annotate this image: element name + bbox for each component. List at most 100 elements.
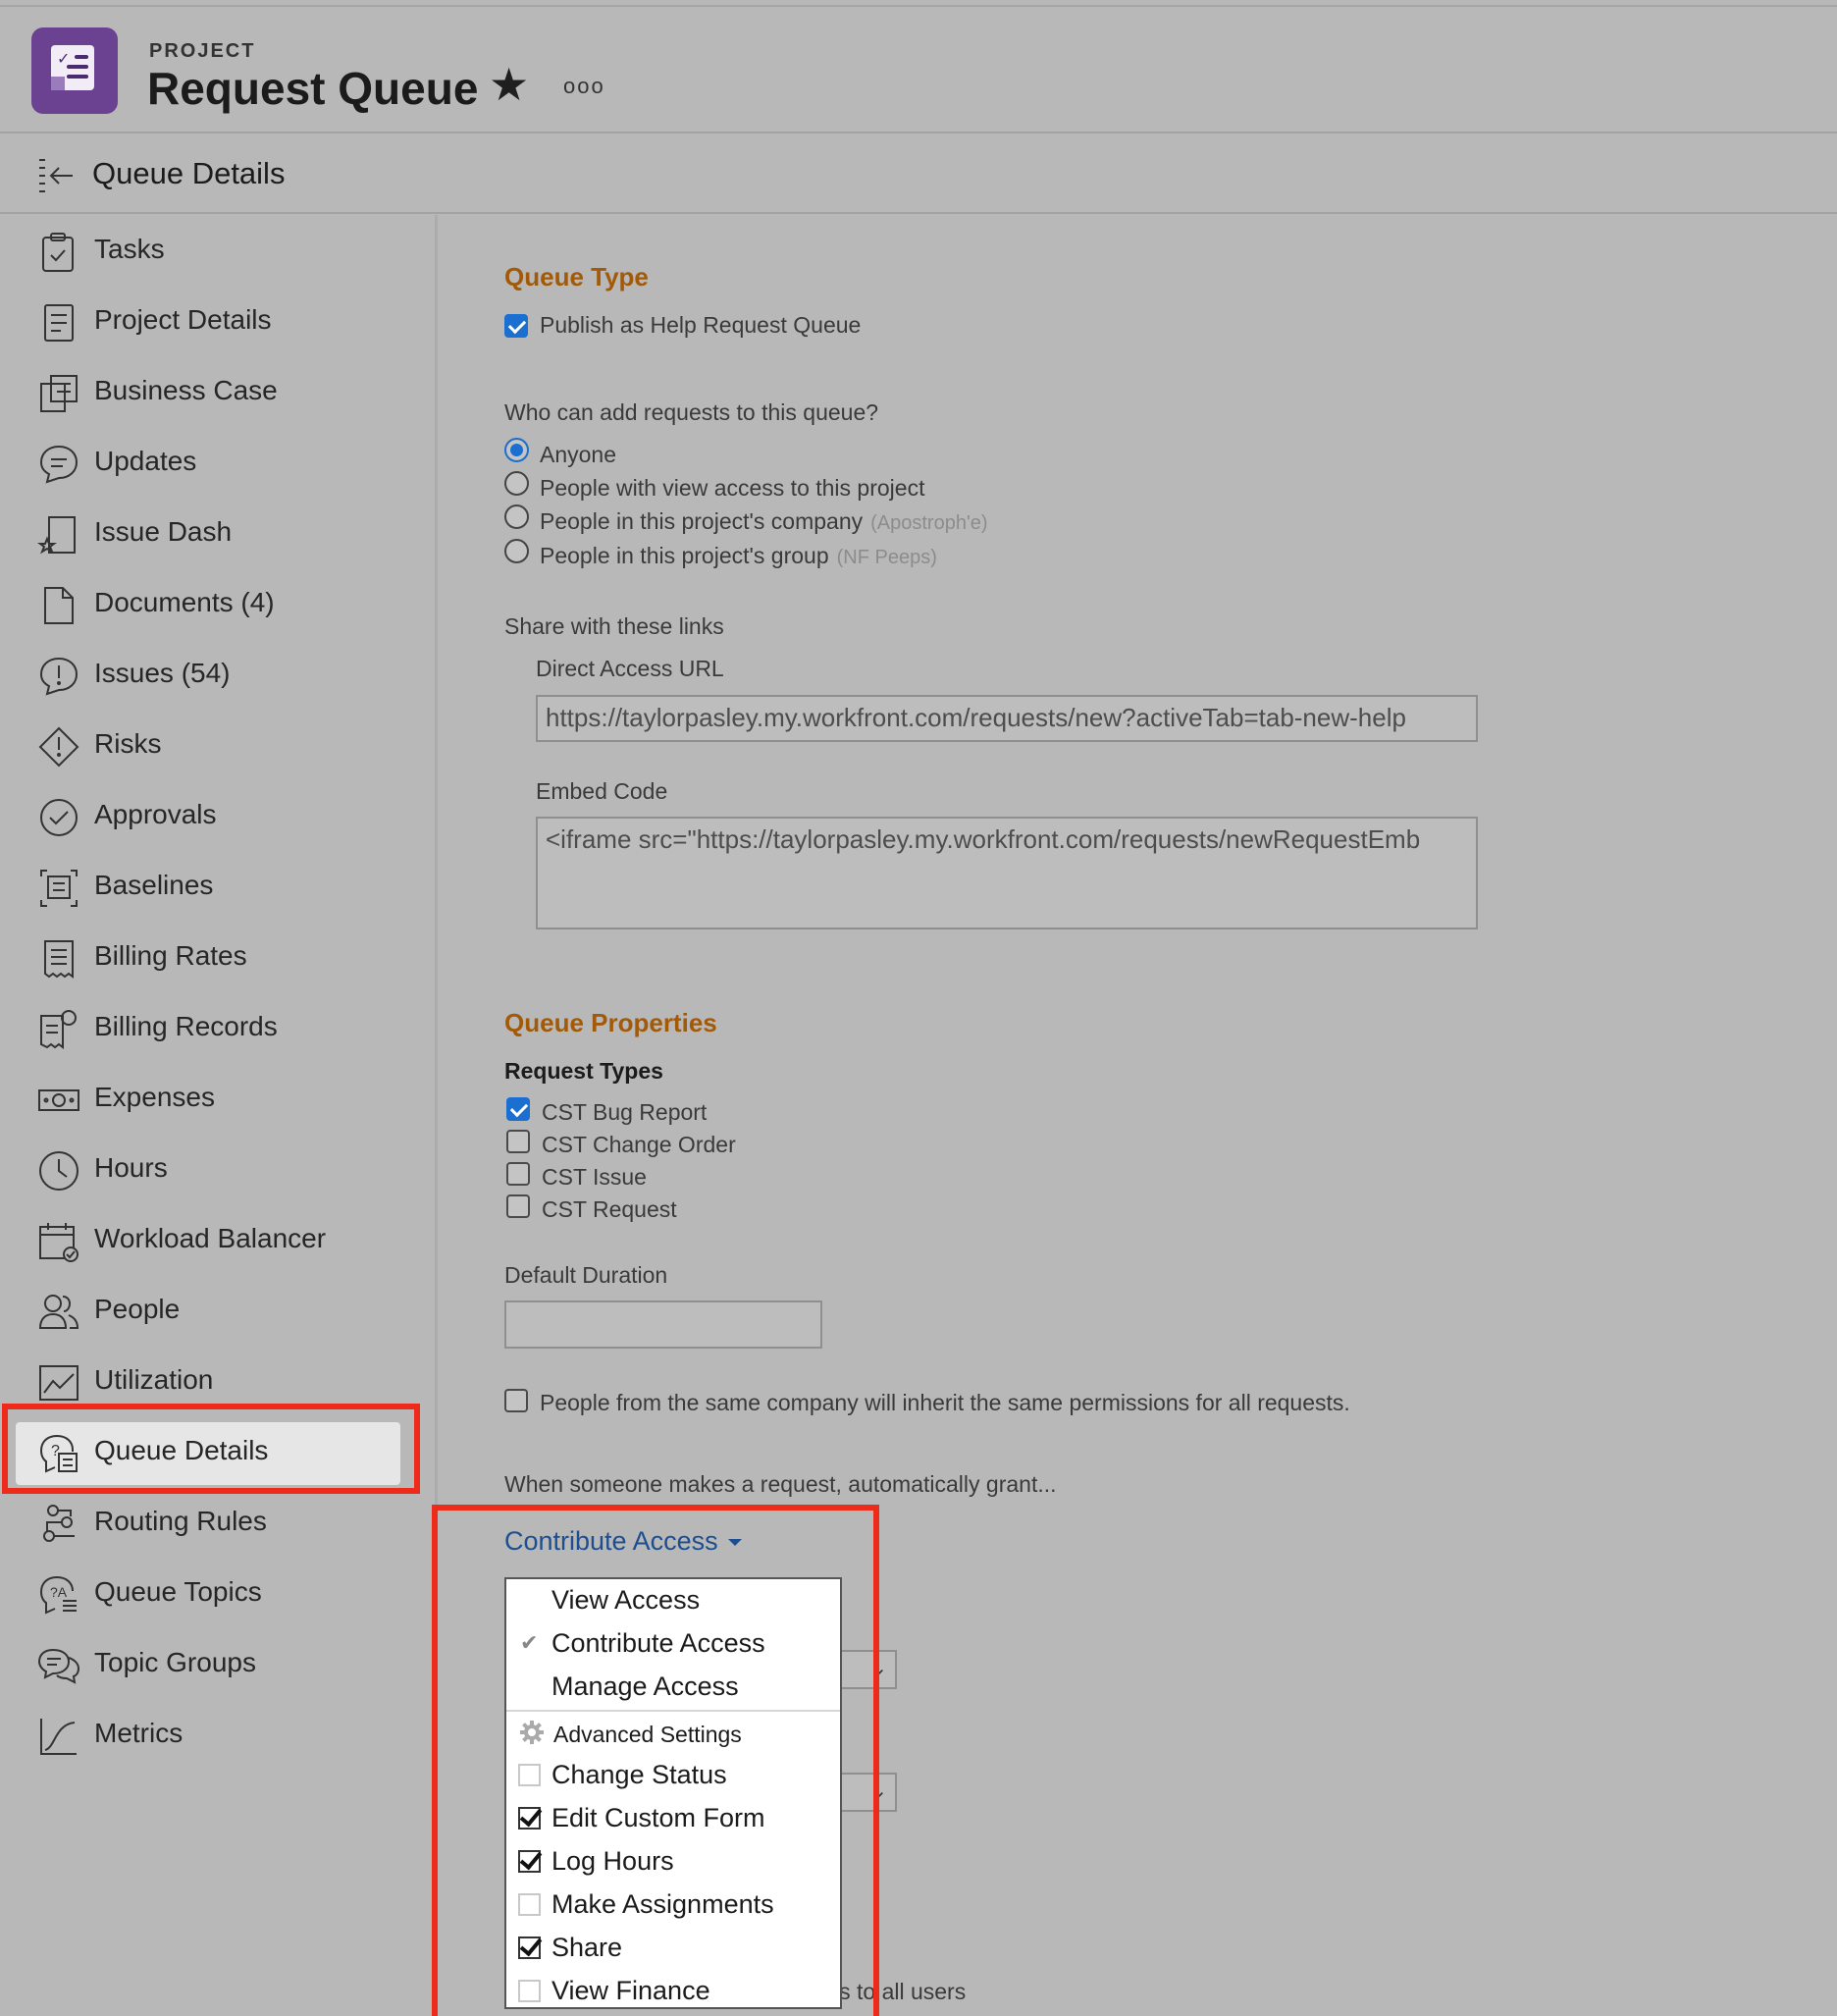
svg-text:?A: ?A [50, 1584, 68, 1600]
highlight-box-nav [2, 1404, 420, 1494]
grant-label: When someone makes a request, automatica… [504, 1471, 1057, 1497]
sidebar-item-label: Hours [94, 1152, 168, 1183]
request-type-checkbox[interactable] [506, 1194, 530, 1218]
request-type-checkbox[interactable] [506, 1130, 530, 1153]
sidebar-item-risks[interactable]: Risks [0, 710, 432, 780]
radio-anyone[interactable] [504, 438, 529, 462]
sidebar-item-label: Utilization [94, 1364, 214, 1395]
sidebar-item-issues[interactable]: Issues (54) [0, 639, 432, 710]
company-hint: (Apostroph'e) [870, 512, 988, 534]
star-icon[interactable]: ★ [489, 62, 529, 107]
tasks-icon [42, 233, 74, 272]
request-type-label: CST Issue [542, 1164, 647, 1190]
who-can-add-label: Who can add requests to this queue? [504, 399, 879, 425]
sidebar-item-queue-topics[interactable]: ?A Queue Topics [0, 1558, 432, 1628]
request-type-checkbox[interactable] [506, 1162, 530, 1186]
request-type-label: CST Request [542, 1196, 677, 1222]
default-duration-label: Default Duration [504, 1262, 668, 1288]
sidebar-item-label: Documents (4) [94, 587, 275, 617]
sidebar-item-billing-rates[interactable]: Billing Rates [0, 922, 432, 992]
radio-company[interactable] [504, 504, 529, 529]
sidebar-item-expenses[interactable]: Expenses [0, 1063, 432, 1134]
share-links-label: Share with these links [504, 613, 724, 639]
publish-checkbox[interactable] [504, 314, 528, 338]
workload-balancer-icon [39, 1223, 79, 1262]
sidebar-item-project-details[interactable]: Project Details [0, 286, 432, 356]
sidebar-item-label: Updates [94, 446, 197, 476]
project-header: ✓ PROJECT Request Queue ★ ooo [0, 7, 1837, 133]
sidebar-item-baselines[interactable]: Baselines [0, 851, 432, 922]
baselines-icon [40, 870, 78, 907]
sidebar-item-label: Baselines [94, 870, 214, 900]
section-title: Queue Details [92, 156, 286, 190]
top-edge [0, 0, 1837, 7]
request-type-checkbox[interactable] [506, 1097, 530, 1121]
sidebar-item-label: Expenses [94, 1082, 215, 1112]
people-icon [38, 1295, 79, 1329]
project-details-icon [44, 304, 74, 342]
sidebar-item-label: Topic Groups [94, 1647, 256, 1677]
metrics-icon [40, 1719, 77, 1755]
sidebar-item-label: Queue Topics [94, 1576, 262, 1607]
sidebar-item-people[interactable]: People [0, 1275, 432, 1346]
documents-icon [44, 587, 74, 624]
sidebar-item-documents[interactable]: Documents (4) [0, 568, 432, 639]
highlight-box-dropdown [432, 1505, 879, 2016]
queue-type-title: Queue Type [504, 262, 649, 292]
risks-icon [38, 726, 79, 768]
sidebar-item-label: Tasks [94, 234, 165, 264]
project-icon: ✓ [31, 27, 118, 114]
queue-properties-title: Queue Properties [504, 1008, 717, 1037]
direct-url-field[interactable]: https://taylorpasley.my.workfront.com/re… [536, 695, 1478, 742]
radio-label-company: People in this project's company (Apostro… [540, 508, 988, 534]
sidebar-item-issue-dash[interactable]: Issue Dash [0, 498, 432, 568]
sidebar: Tasks Project Details Business Case Upda… [0, 215, 438, 2016]
radio-view-access[interactable] [504, 471, 529, 496]
publish-label: Publish as Help Request Queue [540, 312, 862, 338]
sidebar-item-label: Risks [94, 728, 162, 759]
sidebar-item-billing-records[interactable]: Billing Records [0, 992, 432, 1063]
radio-label-group: People in this project's group (NF Peeps) [540, 543, 937, 568]
queue-topics-icon: ?A [39, 1576, 77, 1615]
project-kicker: PROJECT [149, 40, 256, 62]
sidebar-item-metrics[interactable]: Metrics [0, 1699, 432, 1770]
billing-records-icon [40, 1010, 77, 1049]
sidebar-item-label: Workload Balancer [94, 1223, 327, 1253]
sidebar-item-label: Routing Rules [94, 1506, 267, 1536]
issues-icon [39, 657, 79, 696]
sidebar-item-business-case[interactable]: Business Case [0, 356, 432, 427]
sidebar-item-approvals[interactable]: Approvals [0, 780, 432, 851]
sidebar-item-label: People [94, 1294, 181, 1324]
request-type-label: CST Bug Report [542, 1099, 708, 1125]
default-duration-input[interactable] [504, 1300, 822, 1349]
sidebar-item-topic-groups[interactable]: Topic Groups [0, 1628, 432, 1699]
sidebar-item-label: Business Case [94, 375, 278, 405]
sidebar-item-label: Billing Records [94, 1011, 278, 1041]
embed-code-field[interactable]: <iframe src="https://taylorpasley.my.wor… [536, 817, 1478, 929]
billing-rates-icon [44, 940, 74, 979]
sidebar-item-routing-rules[interactable]: Routing Rules [0, 1487, 432, 1558]
request-type-label: CST Change Order [542, 1132, 736, 1157]
group-hint: (NF Peeps) [836, 547, 937, 568]
topic-groups-icon [37, 1648, 80, 1684]
expenses-icon [38, 1089, 79, 1111]
section-header: Queue Details [0, 134, 1837, 214]
sidebar-item-updates[interactable]: Updates [0, 427, 432, 498]
radio-label-view-access: People with view access to this project [540, 475, 925, 501]
sidebar-item-workload-balancer[interactable]: Workload Balancer [0, 1204, 432, 1275]
radio-group[interactable] [504, 539, 529, 563]
sidebar-item-tasks[interactable]: Tasks [0, 215, 432, 286]
sidebar-item-label: Project Details [94, 304, 272, 335]
sidebar-item-label: Billing Rates [94, 940, 247, 971]
more-options-icon[interactable]: ooo [563, 74, 605, 99]
utilization-icon [39, 1365, 79, 1401]
sidebar-item-label: Approvals [94, 799, 217, 829]
issue-dash-icon [37, 516, 76, 555]
radio-label-anyone: Anyone [540, 442, 617, 467]
collapse-sidebar-icon[interactable] [37, 156, 77, 195]
sidebar-item-hours[interactable]: Hours [0, 1134, 432, 1204]
inherit-permissions-checkbox[interactable] [504, 1389, 528, 1412]
sidebar-item-label: Issue Dash [94, 516, 233, 547]
request-types-label: Request Types [504, 1058, 663, 1084]
inherit-permissions-label: People from the same company will inheri… [540, 1390, 1350, 1415]
